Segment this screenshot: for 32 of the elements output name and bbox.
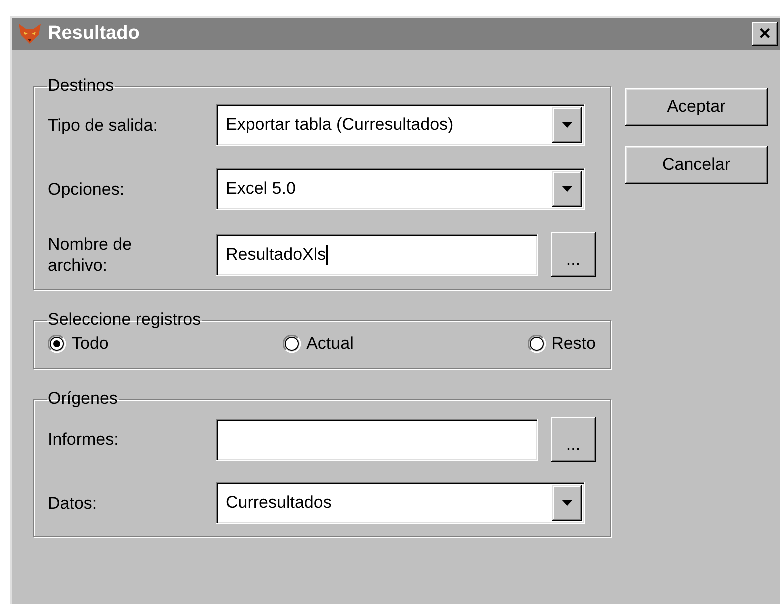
- window-title: Resultado: [48, 23, 141, 45]
- radio-icon: [48, 335, 66, 353]
- caret-icon: [562, 122, 572, 128]
- radio-option[interactable]: Resto: [528, 334, 596, 354]
- dropdown-field[interactable]: Exportar tabla (Curresultados): [216, 104, 585, 146]
- radio-option[interactable]: Actual: [282, 334, 354, 354]
- browse-button[interactable]: ...: [551, 232, 596, 277]
- dialog-button[interactable]: Aceptar: [625, 88, 768, 126]
- field-label: Tipo de salida:: [48, 114, 159, 136]
- dropdown-button[interactable]: [552, 171, 582, 207]
- dropdown-button[interactable]: [552, 485, 582, 521]
- group-title: Destinos: [47, 76, 116, 96]
- field-label: Datos:: [48, 492, 98, 514]
- radio-icon: [282, 335, 301, 353]
- input-field[interactable]: ResultadoXls: [216, 234, 538, 276]
- group-title: Orígenes: [47, 389, 119, 409]
- group-title: Seleccione registros: [47, 310, 202, 330]
- dropdown-field[interactable]: Curresultados: [216, 482, 585, 524]
- field-label: Opciones:: [48, 178, 126, 200]
- input-field[interactable]: [216, 418, 538, 460]
- caret-icon: [562, 186, 572, 192]
- caret-icon: [562, 500, 572, 506]
- dialog-button[interactable]: Cancelar: [625, 146, 768, 184]
- browse-button[interactable]: ...: [551, 417, 596, 462]
- field-label: Informes:: [48, 429, 120, 450]
- dropdown-button[interactable]: [552, 107, 582, 143]
- app-icon: [18, 23, 42, 45]
- radio-option[interactable]: Todo: [48, 334, 109, 354]
- close-button[interactable]: ×: [752, 22, 778, 46]
- field-label: Nombre de archivo:: [48, 234, 134, 276]
- dropdown-field[interactable]: Excel 5.0: [216, 168, 585, 210]
- radio-icon: [528, 335, 546, 353]
